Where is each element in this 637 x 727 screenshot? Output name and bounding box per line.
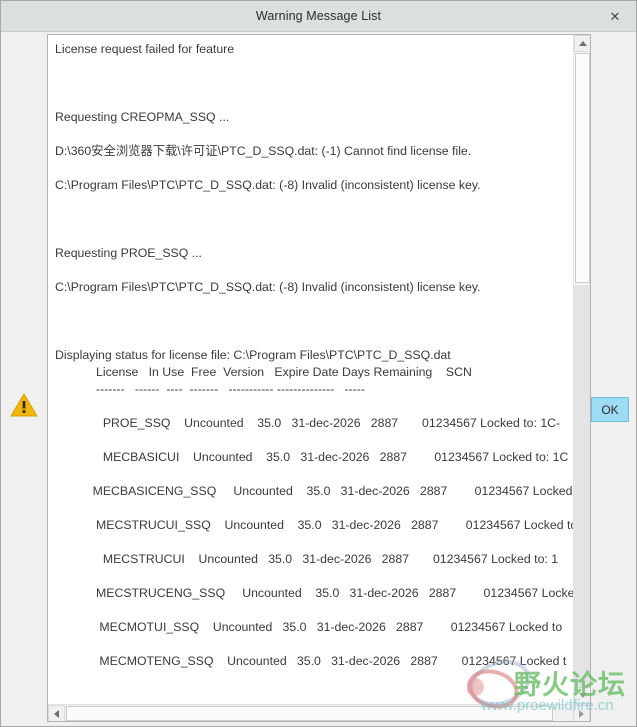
- vertical-scroll-track[interactable]: [574, 285, 590, 687]
- row-spacer: [55, 432, 573, 449]
- row-spacer: [55, 500, 573, 517]
- vertical-scrollbar[interactable]: [573, 35, 590, 704]
- message-line: Displaying status for license file: C:\P…: [55, 348, 451, 362]
- message-content: License request failed for feature Reque…: [48, 35, 573, 670]
- message-line: D:\360安全浏览器下载\许可证\PTC_D_SSQ.dat: (-1) Ca…: [55, 144, 472, 158]
- row-spacer: [55, 636, 573, 653]
- table-header-row: License In Use Free Version Expire Date …: [55, 365, 472, 379]
- message-line: C:\Program Files\PTC\PTC_D_SSQ.dat: (-8)…: [55, 178, 481, 192]
- scroll-up-arrow-icon[interactable]: [574, 35, 590, 52]
- row-spacer: [55, 568, 573, 585]
- warning-triangle-icon: [10, 393, 38, 417]
- license-table-row: MECSTRUCENG_SSQ Uncounted 35.0 31-dec-20…: [55, 586, 573, 600]
- scroll-left-arrow-icon[interactable]: [48, 705, 65, 721]
- horizontal-scrollbar[interactable]: [48, 704, 590, 721]
- table-divider-row: ------- ------ ---- ------- ----------- …: [55, 382, 365, 396]
- message-scroll-viewport: License request failed for feature Reque…: [48, 35, 573, 704]
- license-table-row: MECBASICUI Uncounted 35.0 31-dec-2026 28…: [55, 450, 569, 464]
- vertical-scroll-thumb[interactable]: [575, 53, 590, 283]
- message-line: License request failed for feature: [55, 42, 235, 56]
- close-icon[interactable]: ✕: [594, 1, 636, 32]
- icon-column: [1, 32, 47, 726]
- license-table-row: MECSTRUCUI Uncounted 35.0 31-dec-2026 28…: [55, 552, 559, 566]
- scroll-down-arrow-icon[interactable]: [574, 687, 590, 704]
- ok-button[interactable]: OK: [591, 397, 629, 422]
- warning-message-dialog: Warning Message List ✕ OK License reques…: [0, 0, 637, 727]
- row-spacer: [55, 602, 573, 619]
- license-table-row: MECMOTENG_SSQ Uncounted 35.0 31-dec-2026…: [55, 654, 567, 668]
- license-table-row: MECSTRUCUI_SSQ Uncounted 35.0 31-dec-202…: [55, 518, 573, 532]
- title-bar: Warning Message List ✕: [1, 1, 636, 32]
- row-spacer: [55, 466, 573, 483]
- license-table-rows: PROE_SSQ Uncounted 35.0 31-dec-2026 2887…: [55, 415, 573, 670]
- horizontal-scroll-thumb[interactable]: [66, 706, 553, 721]
- message-lines: License request failed for feature Reque…: [55, 41, 573, 364]
- dialog-body: OK License request failed for feature Re…: [1, 32, 636, 726]
- message-line: C:\Program Files\PTC\PTC_D_SSQ.dat: (-8)…: [55, 280, 481, 294]
- row-spacer: [55, 534, 573, 551]
- message-line: Requesting CREOPMA_SSQ ...: [55, 110, 230, 124]
- message-panel: License request failed for feature Reque…: [47, 34, 591, 722]
- message-line: Requesting PROE_SSQ ...: [55, 246, 202, 260]
- window-title: Warning Message List: [255, 9, 382, 23]
- license-table-row: PROE_SSQ Uncounted 35.0 31-dec-2026 2887…: [55, 416, 561, 430]
- license-table-row: MECMOTUI_SSQ Uncounted 35.0 31-dec-2026 …: [55, 620, 563, 634]
- license-table-row: MECBASICENG_SSQ Uncounted 35.0 31-dec-20…: [55, 484, 573, 498]
- scroll-right-arrow-icon[interactable]: [573, 705, 590, 721]
